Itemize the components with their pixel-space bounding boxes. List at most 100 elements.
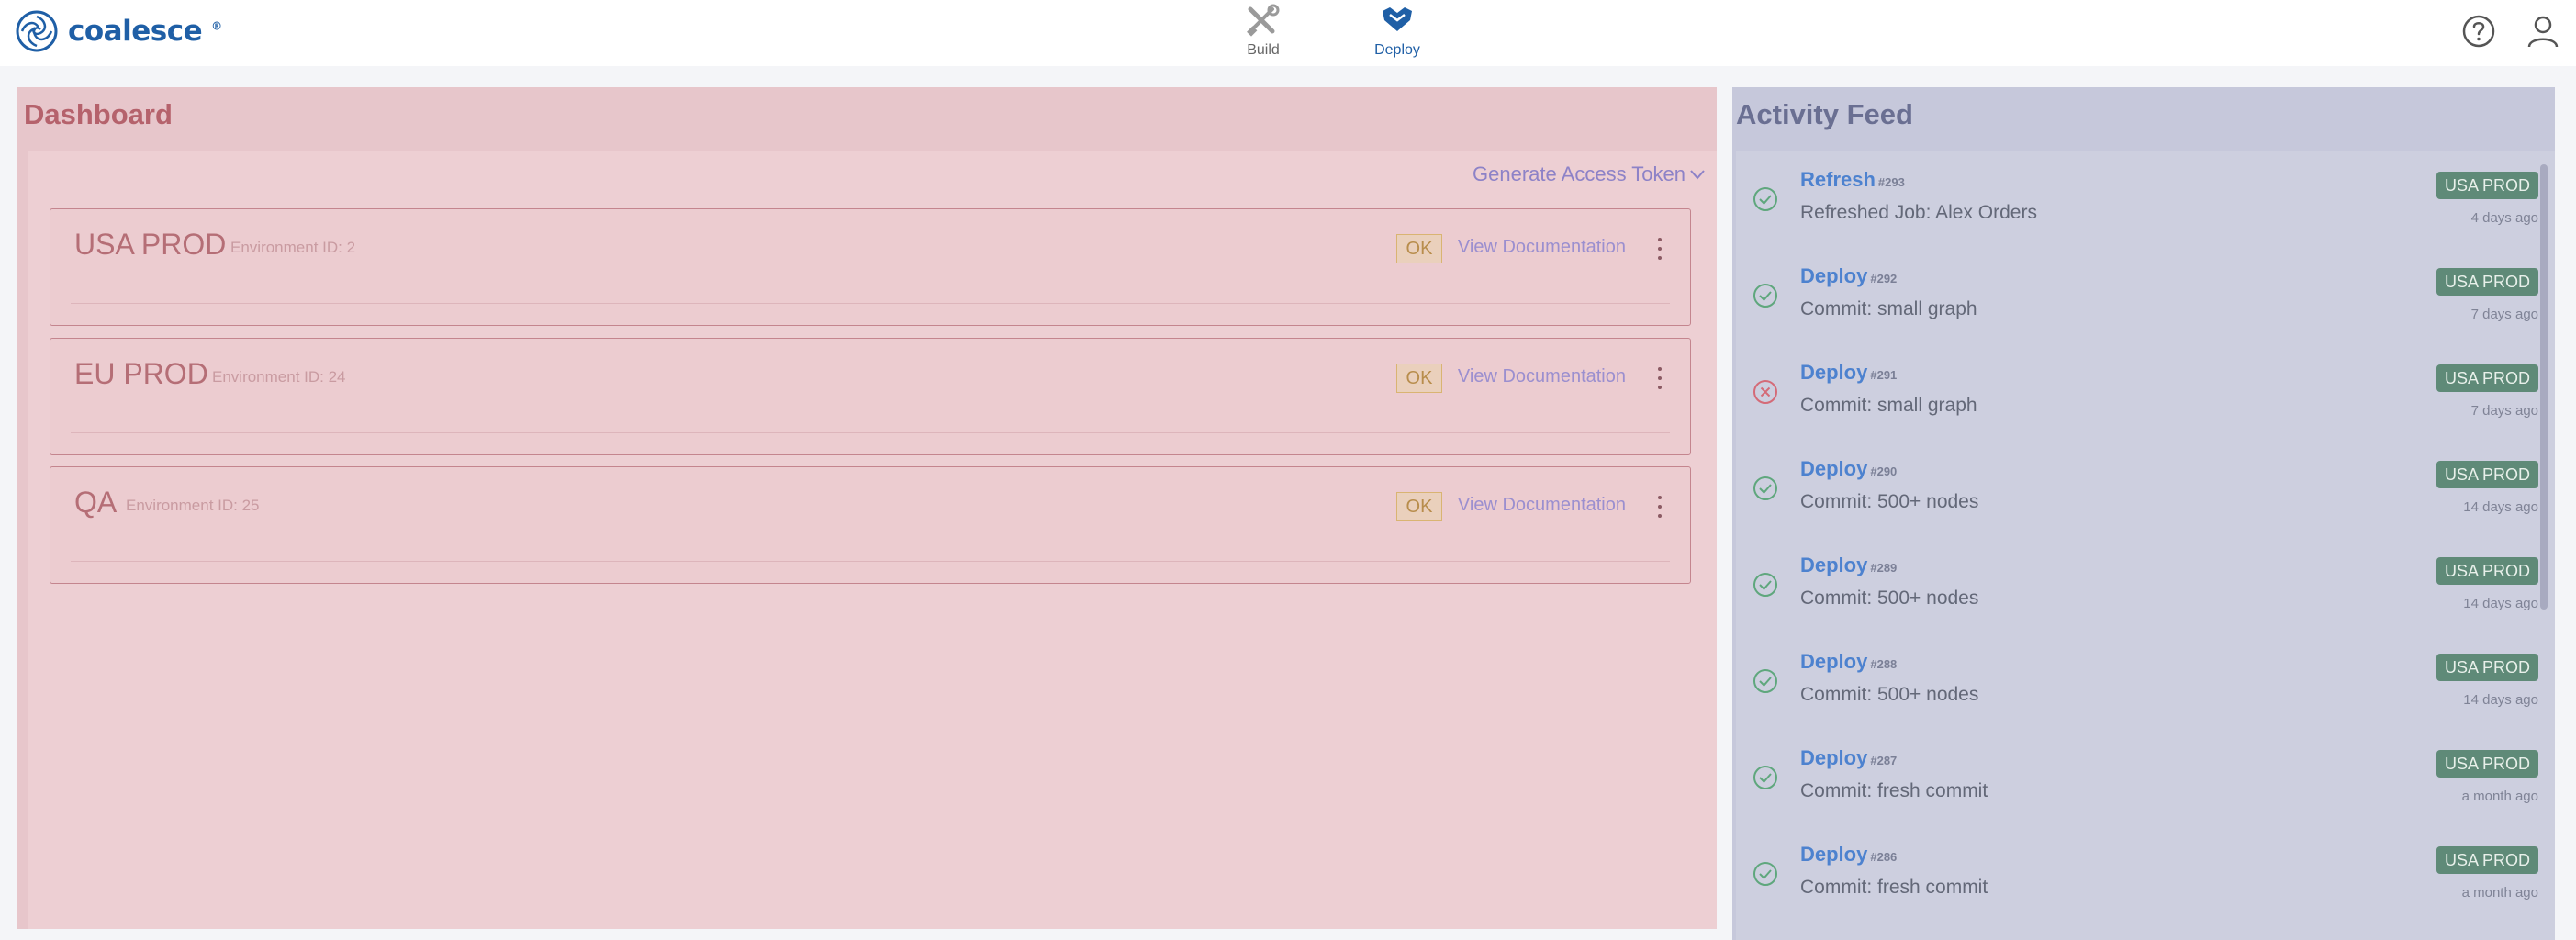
activity-item[interactable]: Deploy #292 Commit: small graph USA PROD … — [1736, 248, 2544, 344]
status-badge: OK — [1396, 492, 1442, 521]
environment-badge: USA PROD — [2436, 846, 2538, 874]
activity-item-number: #289 — [1870, 561, 1898, 575]
more-options-icon[interactable] — [1653, 363, 1666, 394]
card-divider — [71, 303, 1670, 304]
generate-access-token-label: Generate Access Token — [1473, 162, 1686, 185]
card-divider — [71, 561, 1670, 562]
activity-item[interactable]: Deploy #290 Commit: 500+ nodes USA PROD 1… — [1736, 441, 2544, 537]
success-check-icon — [1753, 862, 1777, 886]
generate-access-token-button[interactable]: Generate Access Token — [1473, 162, 1706, 186]
more-options-icon[interactable] — [1653, 233, 1666, 264]
view-documentation-link[interactable]: View Documentation — [1458, 495, 1626, 516]
activity-item-type: Deploy — [1800, 843, 1868, 866]
activity-item-number: #291 — [1870, 368, 1898, 382]
activity-feed-title: Activity Feed — [1736, 98, 1913, 130]
dashboard-content: Generate Access Token USA PROD Environme… — [28, 151, 1717, 929]
activity-item[interactable]: Deploy #287 Commit: fresh commit USA PROD… — [1736, 730, 2544, 826]
activity-item-number: #292 — [1870, 272, 1898, 285]
activity-item[interactable]: Refresh #293 Refreshed Job: Alex Orders U… — [1736, 151, 2544, 248]
activity-item-title[interactable]: Deploy #286 — [1800, 843, 1897, 867]
tools-icon — [1247, 4, 1280, 37]
status-badge: OK — [1396, 234, 1442, 263]
activity-item-time: 14 days ago — [2463, 596, 2538, 611]
more-options-icon[interactable] — [1653, 491, 1666, 522]
environment-badge: USA PROD — [2436, 172, 2538, 199]
success-check-icon — [1753, 476, 1777, 500]
nav-tab-build[interactable]: Build — [1213, 0, 1314, 66]
environment-badge: USA PROD — [2436, 364, 2538, 392]
activity-item-title[interactable]: Refresh #293 — [1800, 168, 1905, 192]
nav-tab-build-label: Build — [1247, 42, 1280, 58]
status-badge: OK — [1396, 364, 1442, 393]
activity-item-time: a month ago — [2461, 789, 2538, 804]
activity-item-type: Deploy — [1800, 264, 1868, 287]
activity-feed-list[interactable]: Refresh #293 Refreshed Job: Alex Orders U… — [1736, 151, 2555, 940]
failed-x-icon — [1753, 380, 1777, 404]
nav-tab-deploy[interactable]: Deploy — [1347, 0, 1448, 66]
activity-item-number: #287 — [1870, 754, 1898, 767]
activity-item-type: Deploy — [1800, 361, 1868, 384]
brand-registered-mark: ® — [211, 19, 222, 33]
activity-item-title[interactable]: Deploy #290 — [1800, 457, 1897, 481]
top-bar: coalesce ® Build Deploy — [0, 0, 2576, 66]
view-documentation-link[interactable]: View Documentation — [1458, 237, 1626, 258]
nav-tab-deploy-label: Deploy — [1374, 42, 1420, 58]
activity-item-time: 14 days ago — [2463, 692, 2538, 708]
environment-id: Environment ID: 24 — [212, 368, 346, 386]
activity-item-type: Deploy — [1800, 457, 1868, 480]
activity-item-type: Deploy — [1800, 554, 1868, 576]
success-check-icon — [1753, 573, 1777, 597]
dashboard-panel: Dashboard Generate Access Token USA PROD… — [17, 87, 1717, 929]
dashboard-title: Dashboard — [24, 98, 173, 130]
environment-name: QA — [74, 486, 118, 519]
activity-item-title[interactable]: Deploy #292 — [1800, 264, 1897, 288]
activity-item-description: Commit: small graph — [1800, 298, 1977, 319]
help-icon[interactable] — [2460, 13, 2497, 50]
activity-item-description: Commit: 500+ nodes — [1800, 684, 1979, 705]
activity-item-description: Commit: small graph — [1800, 395, 1977, 416]
activity-item-type: Deploy — [1800, 650, 1868, 673]
coalesce-logo-icon — [16, 10, 58, 52]
success-check-icon — [1753, 187, 1777, 211]
activity-item-time: 7 days ago — [2470, 307, 2538, 322]
environment-badge: USA PROD — [2436, 268, 2538, 296]
activity-item-number: #286 — [1870, 850, 1898, 864]
activity-item[interactable]: Deploy #289 Commit: 500+ nodes USA PROD 1… — [1736, 537, 2544, 633]
success-check-icon — [1753, 284, 1777, 308]
success-check-icon — [1753, 669, 1777, 693]
activity-item-title[interactable]: Deploy #288 — [1800, 650, 1897, 674]
activity-item-description: Refreshed Job: Alex Orders — [1800, 202, 2037, 223]
view-documentation-link[interactable]: View Documentation — [1458, 366, 1626, 387]
activity-item-number: #288 — [1870, 657, 1898, 671]
deploy-icon — [1383, 7, 1412, 31]
activity-item[interactable]: Deploy #288 Commit: 500+ nodes USA PROD 1… — [1736, 633, 2544, 730]
environment-name: USA PROD — [74, 228, 227, 261]
activity-item-time: a month ago — [2461, 885, 2538, 901]
activity-item-time: 7 days ago — [2470, 403, 2538, 419]
environment-card-eu-prod[interactable]: EU PROD Environment ID: 24 OK View Docum… — [50, 338, 1691, 455]
environment-badge: USA PROD — [2436, 461, 2538, 488]
activity-item[interactable]: Deploy #291 Commit: small graph USA PROD … — [1736, 344, 2544, 441]
activity-item-time: 14 days ago — [2463, 499, 2538, 515]
user-icon[interactable] — [2525, 13, 2561, 50]
activity-item-type: Refresh — [1800, 168, 1876, 191]
activity-item-title[interactable]: Deploy #289 — [1800, 554, 1897, 577]
activity-item-number: #290 — [1870, 464, 1898, 478]
brand-logo[interactable]: coalesce ® — [15, 8, 222, 54]
environment-badge: USA PROD — [2436, 750, 2538, 778]
environment-card-qa[interactable]: QA Environment ID: 25 OK View Documentat… — [50, 466, 1691, 584]
environment-name: EU PROD — [74, 357, 208, 390]
activity-item-title[interactable]: Deploy #287 — [1800, 746, 1897, 770]
environment-id: Environment ID: 2 — [230, 239, 356, 256]
environment-id: Environment ID: 25 — [126, 497, 260, 514]
brand-name: coalesce — [68, 15, 203, 48]
activity-item-title[interactable]: Deploy #291 — [1800, 361, 1897, 385]
activity-item[interactable]: Deploy #286 Commit: fresh commit USA PROD… — [1736, 826, 2544, 923]
card-divider — [71, 432, 1670, 433]
activity-item-number: #293 — [1877, 175, 1905, 189]
success-check-icon — [1753, 766, 1777, 789]
activity-item-type: Deploy — [1800, 746, 1868, 769]
environment-card-usa-prod[interactable]: USA PROD Environment ID: 2 OK View Docum… — [50, 208, 1691, 326]
activity-item-description: Commit: 500+ nodes — [1800, 491, 1979, 512]
activity-item-description: Commit: fresh commit — [1800, 877, 1988, 898]
